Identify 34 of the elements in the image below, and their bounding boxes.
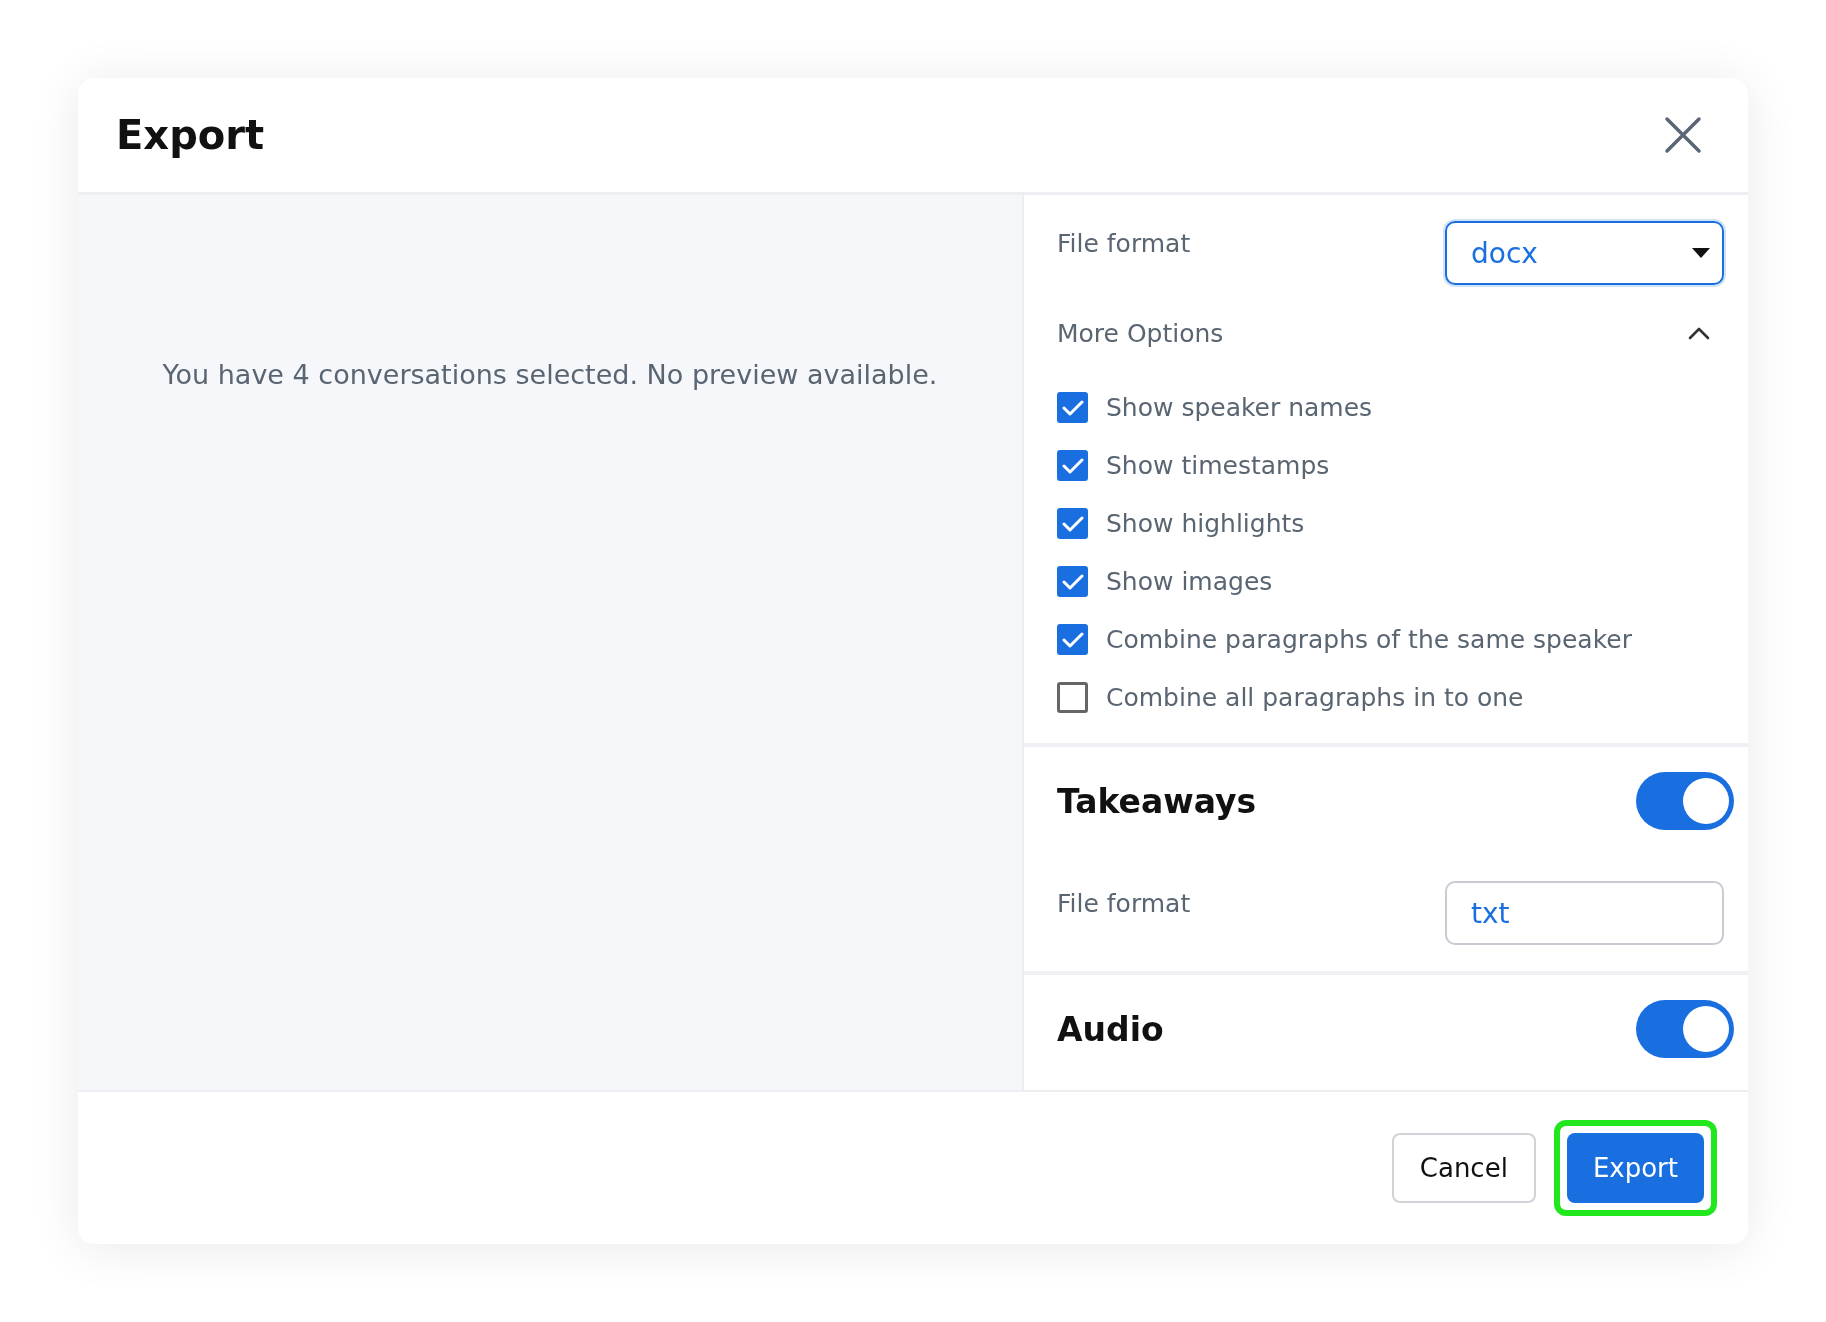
field-label: File format [1057,228,1191,258]
checkbox[interactable] [1057,566,1088,597]
close-icon [1664,116,1702,154]
checkbox-label: Show highlights [1106,509,1305,538]
checkmark-icon [1061,456,1084,475]
checkbox[interactable] [1057,624,1088,655]
checkbox[interactable] [1057,392,1088,423]
checkbox-label: Show images [1106,567,1273,596]
close-button[interactable] [1664,116,1702,154]
preview-message: You have 4 conversations selected. No preview available. [162,359,938,390]
checkmark-icon [1061,514,1084,533]
cancel-button[interactable]: Cancel [1391,1133,1536,1203]
format-select[interactable]: docx [1445,221,1724,285]
checkbox-label: Combine paragraphs of the same speaker [1106,625,1632,654]
dialog-title: Export [116,112,265,158]
checkbox[interactable] [1057,508,1088,539]
more-options-toggle[interactable]: More Options [1057,299,1734,392]
section-title: Audio [1057,1009,1164,1049]
checkbox-label: Show timestamps [1106,451,1330,480]
dropdown-caret-icon [1692,248,1710,258]
toggle-switch[interactable] [1636,1000,1734,1058]
checkmark-icon [1061,630,1084,649]
checkbox-label: Show speaker names [1106,393,1373,422]
format-select[interactable]: txt [1445,881,1724,945]
toggle-switch[interactable] [1636,772,1734,830]
checkmark-icon [1061,398,1084,417]
export-button[interactable]: Export [1566,1133,1704,1203]
checkbox[interactable] [1057,682,1088,713]
checkmark-icon [1061,572,1084,591]
checkbox-label: Combine all paragraphs in to one [1106,683,1524,712]
section-title: Takeaways [1057,781,1257,821]
field-label: File format [1057,888,1191,918]
chevron-up-icon [1688,327,1710,340]
checkbox[interactable] [1057,450,1088,481]
